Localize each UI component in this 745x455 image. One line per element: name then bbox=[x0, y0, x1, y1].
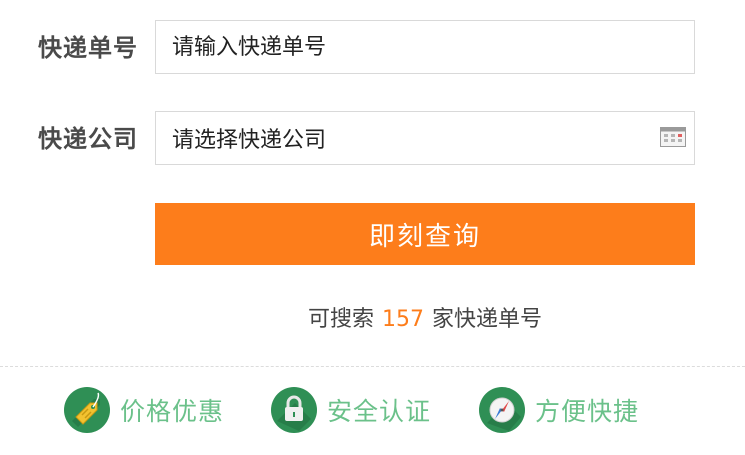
compass-icon bbox=[479, 387, 525, 433]
courier-company-label: 快递公司 bbox=[38, 125, 138, 153]
count-prefix: 可搜索 bbox=[307, 307, 374, 332]
courier-company-select[interactable]: 请选择快递公司 bbox=[155, 111, 695, 165]
query-button[interactable]: 即刻查询 bbox=[155, 203, 695, 265]
feature-convenience-label: 方便快捷 bbox=[535, 397, 640, 426]
feature-security-label: 安全认证 bbox=[327, 397, 432, 426]
feature-convenience: 方便快捷 bbox=[479, 386, 639, 434]
price-tag-icon bbox=[64, 387, 110, 433]
tracking-number-label: 快递单号 bbox=[38, 34, 138, 62]
feature-price-label: 价格优惠 bbox=[120, 397, 225, 426]
courier-count-line: 可搜索 157 家快递单号 bbox=[155, 305, 695, 335]
tracking-number-input[interactable] bbox=[172, 34, 642, 60]
dashed-divider bbox=[0, 366, 745, 367]
lock-icon bbox=[271, 387, 317, 433]
feature-security: 安全认证 bbox=[271, 386, 431, 434]
calendar-icon[interactable] bbox=[660, 127, 686, 147]
feature-price: 价格优惠 bbox=[64, 386, 224, 434]
courier-count: 157 bbox=[382, 307, 424, 332]
count-suffix: 家快递单号 bbox=[432, 307, 543, 332]
tracking-number-field[interactable] bbox=[155, 20, 695, 74]
express-query-panel: 快递单号 快递公司 请选择快递公司 即刻查询 可搜索 157 家快递单号 bbox=[0, 0, 745, 455]
courier-company-placeholder: 请选择快递公司 bbox=[172, 128, 327, 153]
